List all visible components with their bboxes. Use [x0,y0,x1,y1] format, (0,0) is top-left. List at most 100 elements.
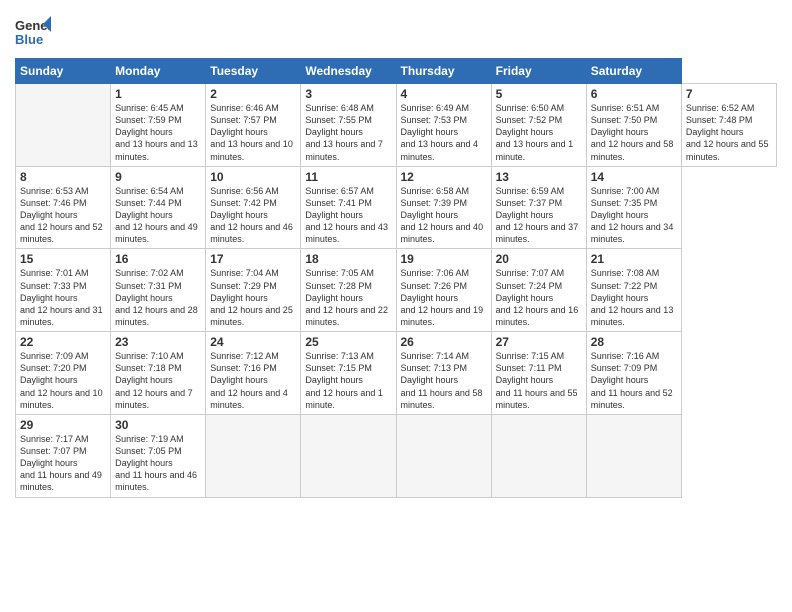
day-info: Sunrise: 7:00 AMSunset: 7:35 PMDaylight … [591,186,674,245]
day-number: 13 [496,170,582,184]
calendar-day-cell: 10 Sunrise: 6:56 AMSunset: 7:42 PMDaylig… [206,166,301,249]
day-number: 3 [305,87,391,101]
day-number: 7 [686,87,772,101]
calendar-day-cell: 15 Sunrise: 7:01 AMSunset: 7:33 PMDaylig… [16,249,111,332]
calendar-day-cell: 23 Sunrise: 7:10 AMSunset: 7:18 PMDaylig… [111,332,206,415]
day-info: Sunrise: 6:50 AMSunset: 7:52 PMDaylight … [496,103,574,162]
calendar-body: 1 Sunrise: 6:45 AMSunset: 7:59 PMDayligh… [16,84,777,498]
calendar-day-cell: 21 Sunrise: 7:08 AMSunset: 7:22 PMDaylig… [586,249,681,332]
day-info: Sunrise: 7:07 AMSunset: 7:24 PMDaylight … [496,268,579,327]
day-number: 30 [115,418,201,432]
day-number: 11 [305,170,391,184]
day-info: Sunrise: 6:53 AMSunset: 7:46 PMDaylight … [20,186,103,245]
calendar-day-cell: 14 Sunrise: 7:00 AMSunset: 7:35 PMDaylig… [586,166,681,249]
calendar-day-cell [206,414,301,497]
empty-cell [16,84,111,167]
calendar-day-cell [396,414,491,497]
day-number: 22 [20,335,106,349]
day-number: 20 [496,252,582,266]
day-number: 24 [210,335,296,349]
day-info: Sunrise: 7:09 AMSunset: 7:20 PMDaylight … [20,351,103,410]
weekday-header-cell: Sunday [16,59,111,84]
calendar-day-cell [491,414,586,497]
day-number: 6 [591,87,677,101]
day-info: Sunrise: 7:19 AMSunset: 7:05 PMDaylight … [115,434,197,493]
weekday-header-cell: Friday [491,59,586,84]
day-number: 12 [401,170,487,184]
day-info: Sunrise: 6:48 AMSunset: 7:55 PMDaylight … [305,103,383,162]
calendar-day-cell: 29 Sunrise: 7:17 AMSunset: 7:07 PMDaylig… [16,414,111,497]
calendar-day-cell: 12 Sunrise: 6:58 AMSunset: 7:39 PMDaylig… [396,166,491,249]
day-number: 15 [20,252,106,266]
calendar-day-cell: 1 Sunrise: 6:45 AMSunset: 7:59 PMDayligh… [111,84,206,167]
day-info: Sunrise: 7:14 AMSunset: 7:13 PMDaylight … [401,351,483,410]
calendar-week-row: 15 Sunrise: 7:01 AMSunset: 7:33 PMDaylig… [16,249,777,332]
day-number: 27 [496,335,582,349]
day-info: Sunrise: 6:51 AMSunset: 7:50 PMDaylight … [591,103,674,162]
weekday-header-cell: Saturday [586,59,681,84]
day-info: Sunrise: 7:10 AMSunset: 7:18 PMDaylight … [115,351,193,410]
calendar-day-cell: 13 Sunrise: 6:59 AMSunset: 7:37 PMDaylig… [491,166,586,249]
calendar-day-cell: 16 Sunrise: 7:02 AMSunset: 7:31 PMDaylig… [111,249,206,332]
day-number: 8 [20,170,106,184]
logo-icon: General Blue [15,14,51,50]
calendar-day-cell: 4 Sunrise: 6:49 AMSunset: 7:53 PMDayligh… [396,84,491,167]
day-number: 14 [591,170,677,184]
day-info: Sunrise: 7:15 AMSunset: 7:11 PMDaylight … [496,351,578,410]
calendar-week-row: 22 Sunrise: 7:09 AMSunset: 7:20 PMDaylig… [16,332,777,415]
calendar-day-cell: 20 Sunrise: 7:07 AMSunset: 7:24 PMDaylig… [491,249,586,332]
day-number: 9 [115,170,201,184]
day-number: 10 [210,170,296,184]
day-number: 5 [496,87,582,101]
day-number: 29 [20,418,106,432]
calendar-day-cell [586,414,681,497]
calendar-day-cell: 26 Sunrise: 7:14 AMSunset: 7:13 PMDaylig… [396,332,491,415]
calendar-day-cell: 8 Sunrise: 6:53 AMSunset: 7:46 PMDayligh… [16,166,111,249]
day-info: Sunrise: 7:05 AMSunset: 7:28 PMDaylight … [305,268,388,327]
day-number: 18 [305,252,391,266]
day-info: Sunrise: 7:17 AMSunset: 7:07 PMDaylight … [20,434,102,493]
calendar-week-row: 8 Sunrise: 6:53 AMSunset: 7:46 PMDayligh… [16,166,777,249]
day-number: 4 [401,87,487,101]
day-info: Sunrise: 6:57 AMSunset: 7:41 PMDaylight … [305,186,388,245]
calendar-day-cell: 11 Sunrise: 6:57 AMSunset: 7:41 PMDaylig… [301,166,396,249]
day-number: 25 [305,335,391,349]
day-info: Sunrise: 6:54 AMSunset: 7:44 PMDaylight … [115,186,198,245]
weekday-header-cell: Tuesday [206,59,301,84]
day-number: 19 [401,252,487,266]
calendar-day-cell: 30 Sunrise: 7:19 AMSunset: 7:05 PMDaylig… [111,414,206,497]
calendar-day-cell: 27 Sunrise: 7:15 AMSunset: 7:11 PMDaylig… [491,332,586,415]
calendar-day-cell: 5 Sunrise: 6:50 AMSunset: 7:52 PMDayligh… [491,84,586,167]
day-info: Sunrise: 7:02 AMSunset: 7:31 PMDaylight … [115,268,198,327]
day-info: Sunrise: 6:56 AMSunset: 7:42 PMDaylight … [210,186,293,245]
day-info: Sunrise: 6:49 AMSunset: 7:53 PMDaylight … [401,103,479,162]
day-info: Sunrise: 7:16 AMSunset: 7:09 PMDaylight … [591,351,673,410]
calendar-table: SundayMondayTuesdayWednesdayThursdayFrid… [15,58,777,498]
day-info: Sunrise: 6:45 AMSunset: 7:59 PMDaylight … [115,103,198,162]
day-info: Sunrise: 7:08 AMSunset: 7:22 PMDaylight … [591,268,674,327]
weekday-header-cell: Wednesday [301,59,396,84]
calendar-week-row: 1 Sunrise: 6:45 AMSunset: 7:59 PMDayligh… [16,84,777,167]
calendar-day-cell: 17 Sunrise: 7:04 AMSunset: 7:29 PMDaylig… [206,249,301,332]
calendar-day-cell: 6 Sunrise: 6:51 AMSunset: 7:50 PMDayligh… [586,84,681,167]
day-number: 1 [115,87,201,101]
day-number: 16 [115,252,201,266]
day-info: Sunrise: 7:13 AMSunset: 7:15 PMDaylight … [305,351,383,410]
calendar-day-cell: 7 Sunrise: 6:52 AMSunset: 7:48 PMDayligh… [681,84,776,167]
calendar-day-cell: 25 Sunrise: 7:13 AMSunset: 7:15 PMDaylig… [301,332,396,415]
calendar-day-cell: 18 Sunrise: 7:05 AMSunset: 7:28 PMDaylig… [301,249,396,332]
day-info: Sunrise: 7:06 AMSunset: 7:26 PMDaylight … [401,268,484,327]
day-info: Sunrise: 6:52 AMSunset: 7:48 PMDaylight … [686,103,769,162]
calendar-day-cell [301,414,396,497]
calendar-day-cell: 22 Sunrise: 7:09 AMSunset: 7:20 PMDaylig… [16,332,111,415]
calendar-day-cell: 19 Sunrise: 7:06 AMSunset: 7:26 PMDaylig… [396,249,491,332]
calendar-day-cell: 9 Sunrise: 6:54 AMSunset: 7:44 PMDayligh… [111,166,206,249]
day-number: 21 [591,252,677,266]
weekday-header-row: SundayMondayTuesdayWednesdayThursdayFrid… [16,59,777,84]
weekday-header-cell: Monday [111,59,206,84]
day-info: Sunrise: 7:01 AMSunset: 7:33 PMDaylight … [20,268,103,327]
calendar-day-cell: 28 Sunrise: 7:16 AMSunset: 7:09 PMDaylig… [586,332,681,415]
weekday-header-cell: Thursday [396,59,491,84]
day-number: 23 [115,335,201,349]
day-number: 17 [210,252,296,266]
